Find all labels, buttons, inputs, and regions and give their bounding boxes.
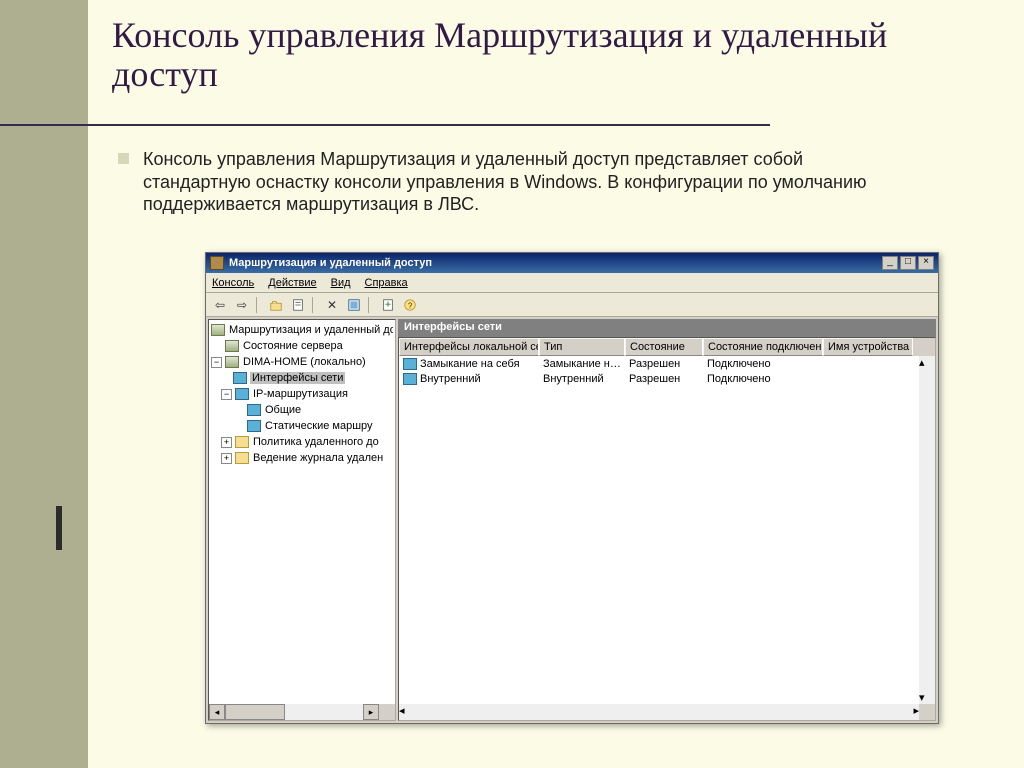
tree-label: Состояние сервера: [242, 340, 344, 352]
collapse-icon[interactable]: −: [211, 357, 222, 368]
menubar: Консоль Действие Вид Справка: [206, 273, 938, 293]
up-button[interactable]: [266, 295, 286, 315]
expand-icon[interactable]: +: [221, 437, 232, 448]
slide-left-band: [0, 0, 88, 768]
bullet-icon: [118, 153, 129, 164]
tree-label: Ведение журнала удален: [252, 452, 384, 464]
cell-conn: Подключено: [703, 373, 823, 385]
cell-type: Внутренний: [539, 373, 625, 385]
scroll-up-icon[interactable]: ▴: [919, 356, 935, 369]
slide-title: Консоль управления Маршрутизация и удале…: [112, 16, 932, 94]
tree-label: Статические маршру: [264, 420, 374, 432]
col-device[interactable]: Имя устройства: [823, 338, 913, 356]
tree-root[interactable]: Маршрутизация и удаленный до: [211, 322, 393, 338]
network-icon: [233, 372, 247, 384]
tree-item-host[interactable]: − DIMA-HOME (локально): [211, 354, 393, 370]
tree-item-status[interactable]: Состояние сервера: [211, 338, 393, 354]
scroll-left-icon[interactable]: ◂: [209, 704, 225, 720]
scroll-thumb[interactable]: [225, 704, 285, 720]
menu-action[interactable]: Действие: [268, 277, 316, 289]
cell-name: Замыкание на себя: [420, 358, 520, 370]
tree-label: DIMA-HOME (локально): [242, 356, 367, 368]
col-type[interactable]: Тип: [539, 338, 625, 356]
slide-divider: [0, 124, 770, 126]
refresh-button[interactable]: [344, 295, 364, 315]
routing-icon: [235, 388, 249, 400]
server-icon: [211, 324, 225, 336]
menu-help[interactable]: Справка: [365, 277, 408, 289]
col-connstate[interactable]: Состояние подключения: [703, 338, 823, 356]
column-headers: Интерфейсы локальной сети и … Тип Состоя…: [399, 338, 935, 356]
scroll-corner: [379, 704, 395, 720]
general-icon: [247, 404, 261, 416]
scroll-down-icon[interactable]: ▾: [919, 691, 935, 704]
loopback-icon: [403, 358, 417, 370]
cell-type: Замыкание н…: [539, 358, 625, 370]
tree-label: Политика удаленного до: [252, 436, 380, 448]
tree-item-general[interactable]: Общие: [211, 402, 393, 418]
list-pane: Интерфейсы сети Интерфейсы локальной сет…: [398, 319, 936, 721]
tree-item-iprouting[interactable]: − IP-маршрутизация: [211, 386, 393, 402]
menu-view[interactable]: Вид: [331, 277, 351, 289]
server-status-icon: [225, 340, 239, 352]
collapse-icon[interactable]: −: [221, 389, 232, 400]
list-vscroll[interactable]: ▴ ▾: [919, 356, 935, 704]
toolbar-sep3: [368, 297, 374, 313]
slide-bullet: Консоль управления Маршрутизация и удале…: [118, 148, 888, 216]
toolbar-sep2: [312, 297, 318, 313]
list-hscroll[interactable]: ◂ ▸: [399, 704, 919, 720]
host-icon: [225, 356, 239, 368]
svg-text:?: ?: [408, 301, 413, 310]
folder-icon: [235, 452, 249, 464]
bullet-text: Консоль управления Маршрутизация и удале…: [143, 148, 888, 216]
static-icon: [247, 420, 261, 432]
tree-item-interfaces[interactable]: Интерфейсы сети: [211, 370, 393, 386]
folder-icon: [235, 436, 249, 448]
tree-item-policy[interactable]: + Политика удаленного до: [211, 434, 393, 450]
titlebar[interactable]: Маршрутизация и удаленный доступ _ □ ×: [206, 253, 938, 273]
expand-icon[interactable]: +: [221, 453, 232, 464]
back-button[interactable]: ⇦: [210, 295, 230, 315]
cell-state: Разрешен: [625, 358, 703, 370]
close-button[interactable]: ×: [918, 256, 934, 270]
tree-root-label: Маршрутизация и удаленный до: [228, 324, 393, 336]
toolbar-sep: [256, 297, 262, 313]
tree-hscroll[interactable]: ◂ ▸: [209, 704, 379, 720]
toolbar: ⇦ ⇨ ✕ ?: [206, 293, 938, 317]
delete-button[interactable]: ✕: [322, 295, 342, 315]
properties-button[interactable]: [288, 295, 308, 315]
tree-item-logging[interactable]: + Ведение журнала удален: [211, 450, 393, 466]
tree-label: Интерфейсы сети: [250, 372, 345, 384]
scroll-corner: [919, 704, 935, 720]
col-state[interactable]: Состояние: [625, 338, 703, 356]
tree-label: Общие: [264, 404, 302, 416]
scroll-right-icon[interactable]: ▸: [363, 704, 379, 720]
slide-accent: [56, 506, 62, 550]
cell-conn: Подключено: [703, 358, 823, 370]
list-title: Интерфейсы сети: [398, 319, 936, 337]
minimize-button[interactable]: _: [882, 256, 898, 270]
internal-icon: [403, 373, 417, 385]
export-button[interactable]: [378, 295, 398, 315]
restore-button[interactable]: □: [900, 256, 916, 270]
help-button[interactable]: ?: [400, 295, 420, 315]
list-row[interactable]: Внутренний Внутренний Разрешен Подключен…: [399, 371, 935, 386]
cell-state: Разрешен: [625, 373, 703, 385]
tree-item-static[interactable]: Статические маршру: [211, 418, 393, 434]
app-icon: [210, 256, 224, 270]
tree-pane: Маршрутизация и удаленный до Состояние с…: [208, 319, 396, 721]
list-row[interactable]: Замыкание на себя Замыкание н… Разрешен …: [399, 356, 935, 371]
menu-console[interactable]: Консоль: [212, 277, 254, 289]
window-title: Маршрутизация и удаленный доступ: [229, 257, 882, 269]
mmc-window: Маршрутизация и удаленный доступ _ □ × К…: [205, 252, 939, 724]
cell-name: Внутренний: [420, 373, 481, 385]
tree-label: IP-маршрутизация: [252, 388, 349, 400]
col-interface[interactable]: Интерфейсы локальной сети и …: [399, 338, 539, 356]
forward-button[interactable]: ⇨: [232, 295, 252, 315]
